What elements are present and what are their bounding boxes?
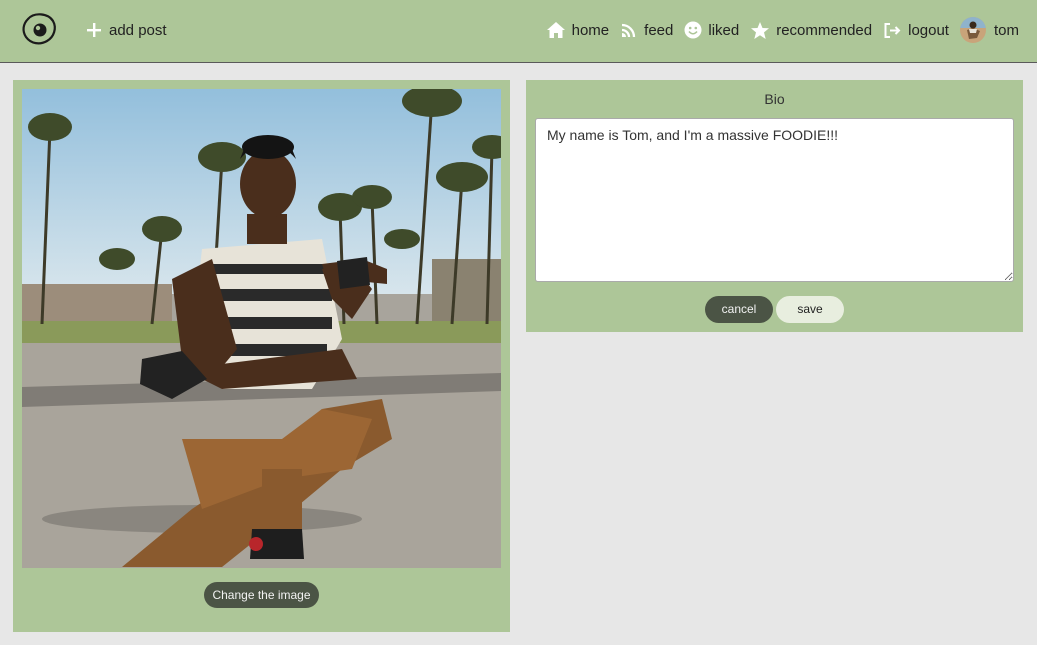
nav-feed[interactable]: feed [620,21,673,39]
profile-photo [22,89,501,568]
rss-feed-icon [621,23,636,38]
nav-links: home feed liked recommended logout tom [535,17,1019,43]
nav-home[interactable]: home [546,21,610,39]
profile-image-panel: Change the image [13,80,510,632]
save-button[interactable]: save [776,296,844,323]
add-post-button[interactable]: add post [86,20,167,40]
top-navbar: add post home feed liked recommended log… [0,0,1037,63]
nav-recommended-label: recommended [776,21,873,39]
nav-home-label: home [571,21,610,39]
change-image-button[interactable]: Change the image [204,582,319,608]
logout-icon [884,22,901,38]
nav-logout[interactable]: logout [883,22,949,39]
nav-recommended[interactable]: recommended [750,21,872,40]
bio-textarea[interactable]: My name is Tom, and I'm a massive FOODIE… [535,118,1014,282]
cancel-button[interactable]: cancel [705,296,773,323]
nav-feed-label: feed [644,21,674,39]
bio-panel: Bio My name is Tom, and I'm a massive FO… [526,80,1023,332]
add-post-label: add post [109,21,167,39]
home-icon [546,22,565,38]
smiley-icon [684,21,702,39]
star-icon [751,21,770,39]
nav-liked-label: liked [708,21,740,39]
fried-egg-icon[interactable] [20,11,58,47]
user-name: tom [993,21,1019,39]
bio-title: Bio [764,91,785,107]
nav-user[interactable]: tom [959,17,1019,43]
plus-icon [87,23,101,37]
nav-liked[interactable]: liked [684,21,739,39]
user-avatar [959,17,986,43]
nav-logout-label: logout [908,21,949,39]
